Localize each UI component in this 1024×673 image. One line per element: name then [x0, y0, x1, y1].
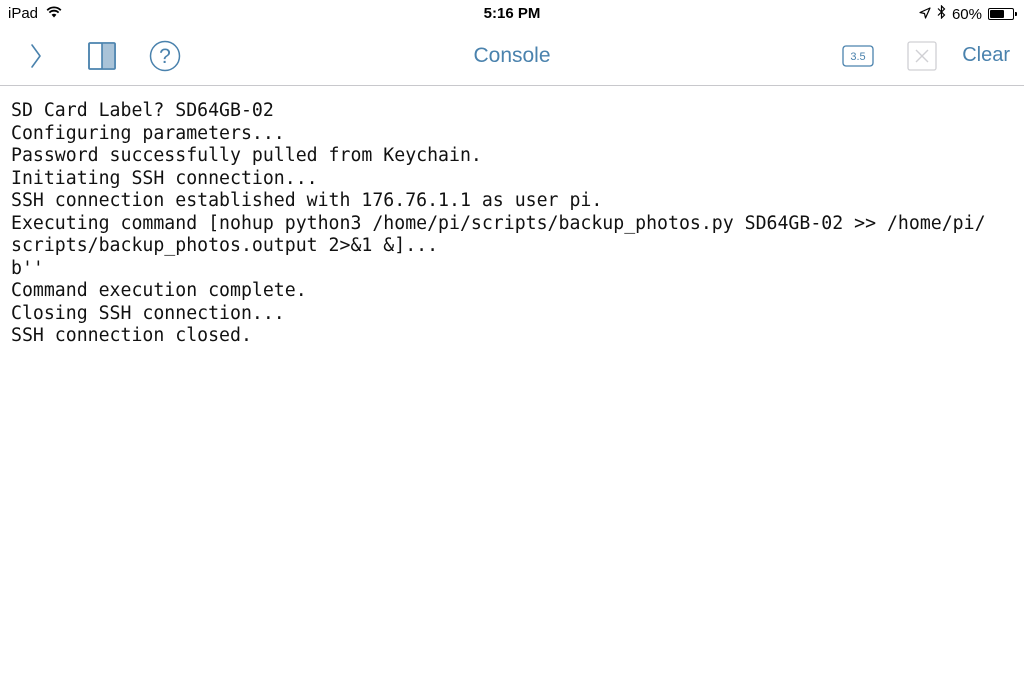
- status-bar-right: 60%: [919, 4, 1017, 23]
- console-line: SD Card Label? SD64GB-02: [11, 100, 274, 121]
- status-bar: iPad 5:16 PM 60%: [0, 0, 1024, 28]
- clear-button[interactable]: Clear: [962, 44, 1010, 67]
- console-line: Initiating SSH connection...: [11, 167, 318, 189]
- console-line: Executing command [nohup python3 /home/p…: [11, 212, 986, 234]
- version-badge-label: 3.5: [850, 51, 865, 63]
- console-output: SD Card Label? SD64GB-02 Configuring para…: [11, 100, 1016, 348]
- console-line: b'': [11, 257, 44, 279]
- console-line: scripts/backup_photos.output 2>&1 &]...: [11, 235, 439, 256]
- nav-bar: ? Console 3.5 Clear: [0, 28, 1024, 86]
- close-icon[interactable]: [907, 40, 937, 72]
- console-line: SSH connection established with 176.76.1…: [11, 190, 603, 211]
- battery-percent: 60%: [951, 5, 982, 23]
- status-time: 5:16 PM: [483, 5, 541, 22]
- console-line: Configuring parameters...: [11, 122, 285, 144]
- bluetooth-icon: [937, 4, 946, 23]
- version-badge-icon[interactable]: 3.5: [842, 40, 874, 72]
- console-line: Password successfully pulled from Keycha…: [11, 145, 482, 166]
- battery-icon: [988, 8, 1017, 20]
- location-arrow-icon: [919, 6, 931, 23]
- battery-fill: [990, 10, 1005, 18]
- console-line: SSH connection closed.: [11, 325, 252, 346]
- console-line: Closing SSH connection...: [11, 302, 285, 324]
- console-line: Command execution complete.: [11, 280, 307, 301]
